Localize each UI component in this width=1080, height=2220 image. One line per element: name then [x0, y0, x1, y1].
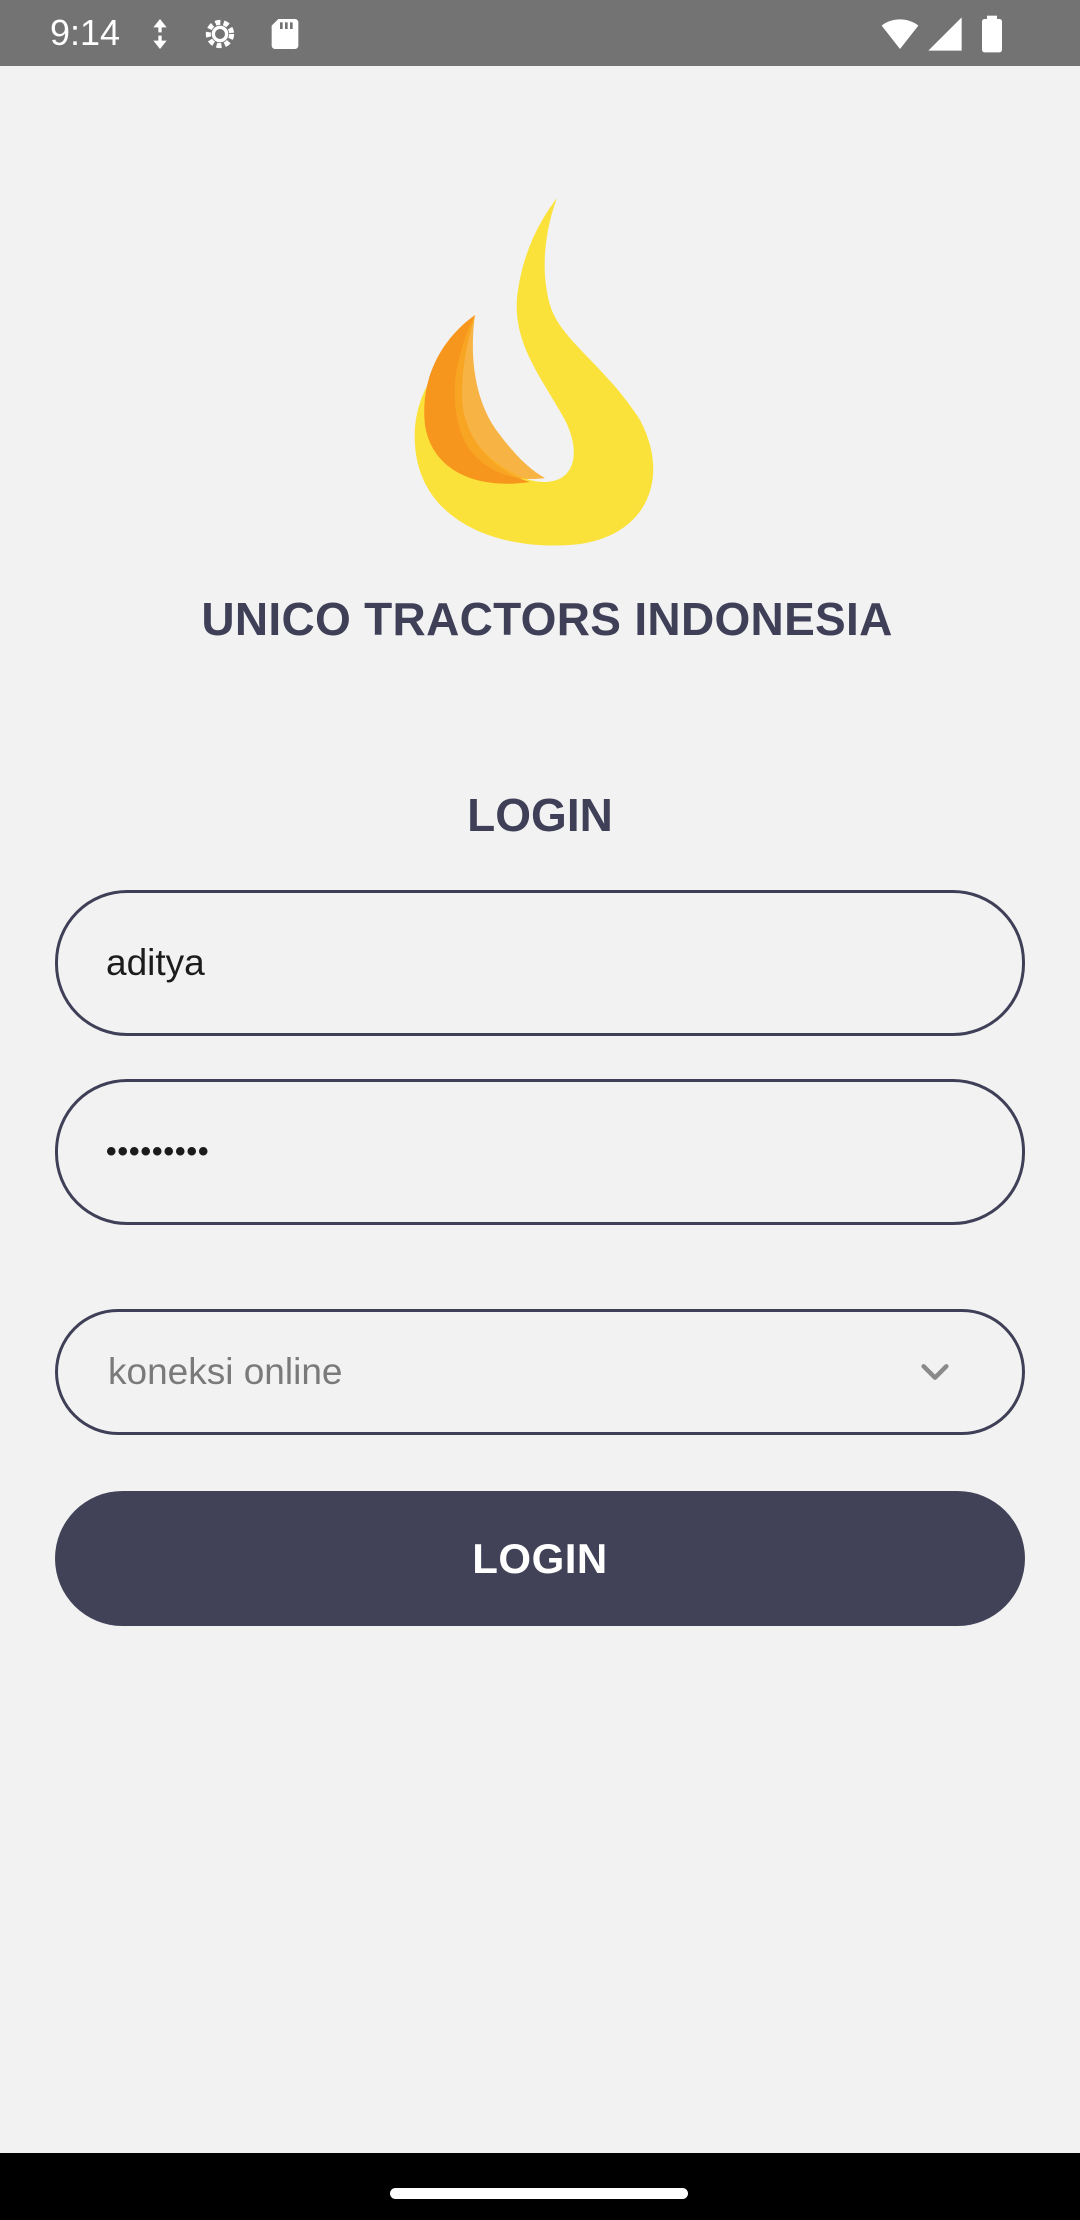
connection-select-value: koneksi online — [108, 1351, 343, 1392]
password-field[interactable]: ••••••••• — [55, 1079, 1025, 1225]
username-value: aditya — [106, 942, 205, 983]
chevron-down-icon — [918, 1355, 952, 1389]
data-saver-icon — [140, 14, 180, 54]
login-screen: 9:14 UNICO TRACTORS INDONESIA LOGIN adit… — [0, 0, 1080, 2220]
sd-card-icon — [265, 14, 305, 54]
cell-signal-icon — [925, 14, 965, 54]
wifi-icon — [880, 14, 920, 54]
settings-gear-icon — [200, 14, 240, 54]
home-gesture-handle[interactable] — [390, 2188, 688, 2199]
status-bar: 9:14 — [0, 0, 1080, 66]
company-name: UNICO TRACTORS INDONESIA — [201, 593, 893, 645]
password-value: ••••••••• — [106, 1135, 210, 1168]
login-button[interactable]: LOGIN — [55, 1491, 1025, 1626]
navigation-bar — [0, 2153, 1080, 2220]
status-time: 9:14 — [50, 12, 121, 53]
battery-icon — [972, 14, 1012, 54]
login-title: LOGIN — [467, 789, 613, 841]
username-field[interactable]: aditya — [55, 890, 1025, 1036]
flame-logo-icon — [400, 190, 680, 550]
connection-select[interactable]: koneksi online — [55, 1309, 1025, 1435]
